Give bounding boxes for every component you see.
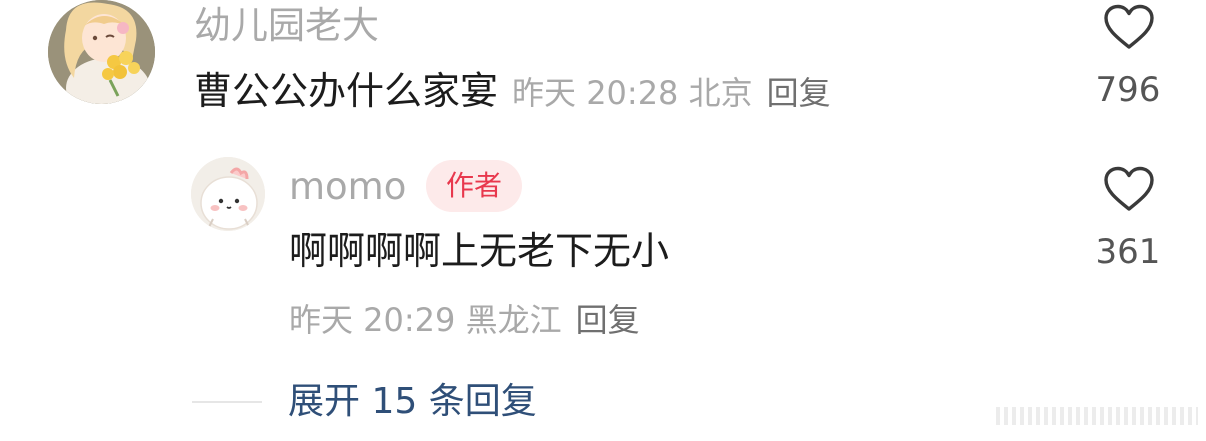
like-count: 361 bbox=[1095, 232, 1161, 272]
reply-button[interactable]: 回复 bbox=[576, 301, 640, 339]
like-heart-icon[interactable] bbox=[1103, 166, 1155, 212]
author-badge: 作者 bbox=[426, 160, 522, 212]
reply-text: 啊啊啊啊上无老下无小 bbox=[289, 229, 670, 273]
avatar-illustration bbox=[48, 0, 155, 104]
comment-text: 曹公公办什么家宴 bbox=[194, 69, 499, 113]
expand-replies-link[interactable]: 展开 15 条回复 bbox=[288, 378, 537, 426]
reply-button[interactable]: 回复 bbox=[767, 74, 831, 112]
comment-location: 北京 bbox=[688, 74, 753, 112]
reply-location: 黑龙江 bbox=[465, 301, 562, 339]
avatar-illustration bbox=[191, 157, 265, 231]
comment-username[interactable]: 幼儿园老大 bbox=[194, 4, 379, 48]
avatar[interactable] bbox=[191, 157, 265, 231]
divider bbox=[192, 401, 262, 403]
like-heart-icon[interactable] bbox=[1103, 4, 1155, 50]
like-count: 796 bbox=[1095, 70, 1161, 110]
comment-time: 昨天 20:28 bbox=[512, 74, 679, 112]
reply-time: 昨天 20:29 bbox=[289, 301, 456, 339]
watermark bbox=[996, 407, 1198, 425]
comment-meta: 昨天 20:28 北京 回复 bbox=[512, 74, 831, 112]
comment-body: 曹公公办什么家宴 昨天 20:28 北京 回复 bbox=[194, 68, 831, 116]
reply-meta: 昨天 20:29 黑龙江 回复 bbox=[289, 298, 640, 342]
reply-username[interactable]: momo bbox=[289, 165, 406, 209]
avatar[interactable] bbox=[48, 0, 155, 104]
